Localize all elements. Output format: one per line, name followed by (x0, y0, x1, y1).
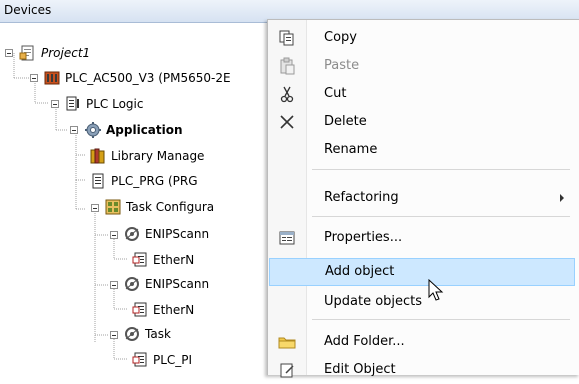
tree-item-task-configuration[interactable]: Task Configura (104, 197, 214, 217)
menu-item-label: Edit Object (324, 362, 396, 377)
tree-item-label: Application (106, 123, 183, 137)
tree-item-application[interactable]: Application (84, 120, 183, 140)
menu-item-add-object[interactable]: Add object (269, 258, 575, 286)
menu-item-label: Update objects (324, 294, 423, 309)
menu-separator (312, 216, 570, 217)
tree-item-plc-logic[interactable]: PLC Logic (64, 94, 143, 114)
task-icon (123, 275, 141, 293)
menu-separator (312, 319, 570, 320)
tree-item-task[interactable]: Task (123, 324, 171, 344)
edit-object-icon (278, 361, 296, 379)
collapse-plc-logic-toggle[interactable] (51, 100, 59, 108)
menu-item-rename[interactable]: Rename (268, 136, 574, 164)
task-configuration-icon (104, 198, 122, 216)
menu-item-add-folder[interactable]: Add Folder... (268, 328, 574, 356)
tree-item-label: EtherN (153, 303, 195, 317)
menu-item-update-objects[interactable]: Update objects (268, 288, 574, 316)
tree-item-plc-device[interactable]: PLC_AC500_V3 (PM5650-2E (43, 68, 231, 88)
task-icon (123, 325, 141, 343)
tree-item-ethernet-call-1[interactable]: EtherN (131, 250, 194, 270)
tree-item-library-manager[interactable]: Library Manage (89, 146, 204, 166)
collapse-application-toggle[interactable] (70, 126, 78, 134)
program-icon (89, 172, 107, 190)
tree-item-enipscanner-1[interactable]: ENIPScann (123, 224, 209, 244)
tree-item-plc-prg-call[interactable]: PLC_PI (131, 350, 192, 370)
menu-item-label: Properties... (324, 230, 403, 245)
tree-item-label: Project1 (41, 46, 91, 60)
menu-item-label: Add Folder... (324, 334, 405, 349)
project-icon (19, 44, 37, 62)
tree-item-label: ENIPScann (145, 227, 210, 241)
folder-icon (278, 333, 296, 351)
tree-item-project1[interactable]: Project1 (19, 43, 90, 63)
collapse-enipscanner-1-toggle[interactable] (110, 231, 118, 239)
menu-item-delete[interactable]: Delete (268, 108, 574, 136)
tree-item-label: PLC Logic (86, 97, 144, 111)
delete-icon (278, 113, 296, 131)
paste-icon (278, 57, 296, 75)
menu-separator (312, 169, 570, 170)
task-icon (123, 225, 141, 243)
application-gear-icon (84, 121, 102, 139)
tree-item-label: ENIPScann (145, 277, 210, 291)
tree-item-label: PLC_PRG (PRG (111, 174, 198, 188)
pou-call-icon (131, 251, 149, 269)
mouse-cursor-icon (428, 279, 444, 301)
plc-logic-icon (64, 95, 82, 113)
tree-item-label: PLC_PI (153, 353, 193, 367)
menu-item-cut[interactable]: Cut (268, 80, 574, 108)
pou-call-icon (131, 301, 149, 319)
tree-item-label: Task (145, 327, 171, 341)
tree-item-label: PLC_AC500_V3 (PM5650-2E (65, 71, 231, 85)
tree-item-label: Task Configura (126, 200, 215, 214)
copy-icon (278, 29, 296, 47)
collapse-task-configuration-toggle[interactable] (91, 204, 99, 212)
collapse-enipscanner-2-toggle[interactable] (110, 281, 118, 289)
properties-icon (278, 229, 296, 247)
panel-title: Devices (4, 3, 52, 17)
menu-item-edit-object[interactable]: Edit Object (268, 356, 574, 384)
menu-item-label: Rename (324, 142, 378, 157)
menu-item-label: Refactoring (324, 190, 399, 205)
cut-icon (278, 85, 296, 103)
menu-item-label: Cut (324, 86, 347, 101)
library-manager-icon (89, 147, 107, 165)
menu-item-refactoring[interactable]: Refactoring (268, 184, 574, 212)
menu-item-properties[interactable]: Properties... (268, 224, 574, 252)
context-menu: Copy Paste Cut Delete Rename Refactoring… (267, 19, 579, 378)
menu-item-paste[interactable]: Paste (268, 52, 574, 80)
tree-item-ethernet-call-2[interactable]: EtherN (131, 300, 194, 320)
menu-item-label: Paste (324, 58, 360, 73)
tree-item-label: EtherN (153, 253, 195, 267)
menu-item-copy[interactable]: Copy (268, 24, 574, 52)
collapse-project1-toggle[interactable] (5, 49, 13, 57)
plc-device-icon (43, 69, 61, 87)
pou-call-icon (131, 351, 149, 369)
menu-item-label: Add object (325, 264, 395, 279)
collapse-plc-toggle[interactable] (30, 74, 38, 82)
menu-item-label: Copy (324, 30, 357, 45)
collapse-task-toggle[interactable] (110, 331, 118, 339)
tree-item-plc-prg[interactable]: PLC_PRG (PRG (89, 171, 198, 191)
tree-item-enipscanner-2[interactable]: ENIPScann (123, 274, 209, 294)
tree-item-label: Library Manage (111, 149, 205, 163)
submenu-arrow-icon (560, 194, 564, 202)
menu-item-label: Delete (324, 114, 367, 129)
